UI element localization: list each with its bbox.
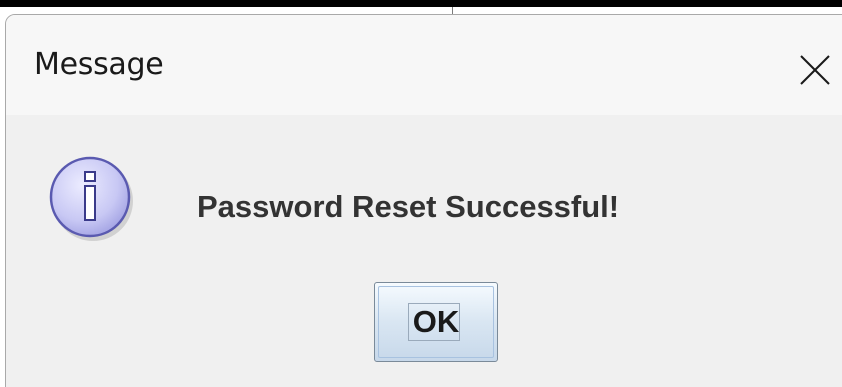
ok-button-label: OK: [412, 304, 460, 339]
close-icon: [800, 55, 830, 85]
message-dialog: Message Password Reset Successful! OK: [5, 14, 842, 387]
ok-button[interactable]: OK: [374, 282, 498, 362]
info-icon: [45, 151, 137, 243]
dialog-titlebar[interactable]: Message: [6, 15, 842, 115]
background-window-edge: [0, 0, 842, 7]
dialog-message: Password Reset Successful!: [197, 189, 620, 224]
dialog-title: Message: [34, 47, 164, 82]
close-button[interactable]: [796, 51, 834, 89]
